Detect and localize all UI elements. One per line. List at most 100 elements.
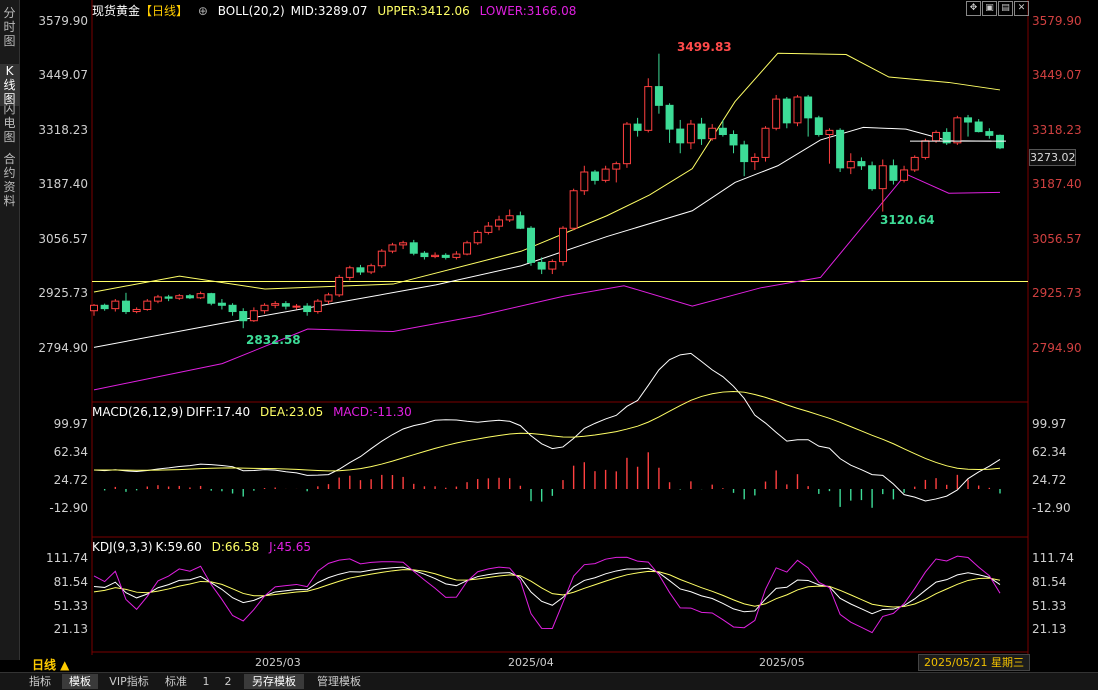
price-tick-left: 3056.57 xyxy=(38,232,88,246)
price-tick-left: 2794.90 xyxy=(38,341,88,355)
kdj-d-line xyxy=(93,569,1001,608)
candle-body xyxy=(260,304,269,312)
candle-body xyxy=(601,168,610,181)
chart-area[interactable] xyxy=(20,0,1098,655)
candle-body xyxy=(239,311,248,322)
period-tag: 【日线】 xyxy=(140,4,189,18)
candle-body xyxy=(782,98,791,124)
kdj-tick: 21.13 xyxy=(53,622,88,636)
candle-body xyxy=(132,308,141,313)
macd-tick: -12.90 xyxy=(1032,501,1071,515)
macd-diff: DIFF:17.40 xyxy=(186,405,251,419)
candle-body xyxy=(420,252,429,258)
candle-body xyxy=(313,300,322,313)
candle-body xyxy=(217,302,226,306)
candle-body xyxy=(569,190,578,229)
candle-body xyxy=(932,131,941,142)
sidebar-tab-1[interactable]: K线图 xyxy=(0,64,19,106)
candle-body xyxy=(665,104,674,130)
candle-body xyxy=(953,117,962,144)
candle-body xyxy=(612,163,621,170)
candle-body xyxy=(964,117,973,123)
candle-body xyxy=(836,129,845,169)
tab-indicator[interactable]: 指标 xyxy=(26,674,54,689)
candle-body xyxy=(772,98,781,129)
candle-body xyxy=(697,123,706,140)
candle-body xyxy=(463,242,472,255)
candle-body xyxy=(633,123,642,131)
sidebar-tab-0[interactable]: 分时图 xyxy=(0,6,19,48)
candle-body xyxy=(271,303,280,306)
sidebar-tab-2[interactable]: 闪电图 xyxy=(0,102,19,144)
bottom-tabbar: 指标 模板 VIP指标 标准 1 2 另存模板 管理模板 xyxy=(0,672,1098,690)
candle-body xyxy=(409,242,418,254)
kdj-label: KDJ(9,3,3) xyxy=(92,540,153,554)
candle-body xyxy=(377,250,386,267)
candle-body xyxy=(537,261,546,270)
candle-body xyxy=(868,165,877,190)
candle-body xyxy=(441,254,450,258)
kdj-d: D:66.58 xyxy=(211,540,260,554)
macd-tick: 24.72 xyxy=(53,473,88,487)
close-icon[interactable]: ✕ xyxy=(1014,1,1029,16)
kdj-tick: 111.74 xyxy=(1032,551,1074,565)
candle-body xyxy=(111,300,120,310)
sidebar-tab-char: 线 xyxy=(3,78,16,92)
price-tick-right: 3318.23 xyxy=(1032,123,1082,137)
view-sidebar: 分时图 K线图闪电图合约资料 xyxy=(0,0,20,660)
candle-body xyxy=(484,225,493,233)
kdj-tick: 111.74 xyxy=(46,551,88,565)
kdj-tick: 21.13 xyxy=(1032,622,1067,636)
date-label-may: 2025/05 xyxy=(759,656,805,669)
high-annotation: 3499.83 xyxy=(677,40,732,54)
candle-body xyxy=(90,304,98,312)
candle-body xyxy=(196,293,205,299)
candle-body xyxy=(175,295,184,299)
tab-1[interactable]: 1 xyxy=(198,674,214,689)
tab-vip-indicator[interactable]: VIP指标 xyxy=(104,674,154,689)
price-tick-left: 2925.73 xyxy=(38,286,88,300)
candle-body xyxy=(495,219,504,227)
fit-icon[interactable]: ▤ xyxy=(998,1,1013,16)
candle-body xyxy=(910,156,919,171)
tab-standard[interactable]: 标准 xyxy=(160,674,192,689)
candle-body xyxy=(622,123,631,165)
sidebar-tab-char: 闪 xyxy=(3,102,16,116)
kdj-tick: 51.33 xyxy=(53,599,88,613)
price-tick-right: 2925.73 xyxy=(1032,286,1082,300)
macd-tick: 62.34 xyxy=(53,445,88,459)
kdj-j-line xyxy=(93,555,1001,634)
candle-body xyxy=(473,231,482,244)
sidebar-tab-3[interactable]: 合约资料 xyxy=(0,152,19,208)
date-label-mar: 2025/03 xyxy=(255,656,301,669)
low-annotation-may: 3120.64 xyxy=(880,213,935,227)
price-tick-left: 3318.23 xyxy=(38,123,88,137)
settings-icon[interactable]: ⊕ xyxy=(198,4,208,18)
candle-body xyxy=(431,254,440,258)
sidebar-tab-char: 图 xyxy=(3,130,16,144)
tab-save-template[interactable]: 另存模板 xyxy=(244,674,304,689)
price-tick-right: 3187.40 xyxy=(1032,177,1082,191)
sidebar-tab-char: 合 xyxy=(3,152,16,166)
candle-body xyxy=(143,300,152,310)
period-selector[interactable]: 日线 ▲ xyxy=(32,656,69,673)
price-tick-left: 3187.40 xyxy=(38,177,88,191)
zoom-in-icon[interactable]: ▣ xyxy=(982,1,997,16)
tab-manage-template[interactable]: 管理模板 xyxy=(310,674,368,689)
price-tick-right: 3579.90 xyxy=(1032,14,1082,28)
candle-body xyxy=(580,171,589,192)
crosshair-icon[interactable]: ✥ xyxy=(966,1,981,16)
kdj-j: J:45.65 xyxy=(269,540,312,554)
sidebar-tab-char: 约 xyxy=(3,166,16,180)
tab-2[interactable]: 2 xyxy=(220,674,236,689)
macd-label: MACD(26,12,9) xyxy=(92,405,184,419)
kdj-k: K:59.60 xyxy=(155,540,202,554)
candle-body xyxy=(804,96,813,119)
candle-body xyxy=(878,165,887,190)
sidebar-tab-char: 分 xyxy=(3,6,16,20)
price-tick-right: 3056.57 xyxy=(1032,232,1082,246)
candle-body xyxy=(367,265,376,273)
candle-body xyxy=(686,123,695,144)
tab-template[interactable]: 模板 xyxy=(62,674,98,689)
date-label-apr: 2025/04 xyxy=(508,656,554,669)
